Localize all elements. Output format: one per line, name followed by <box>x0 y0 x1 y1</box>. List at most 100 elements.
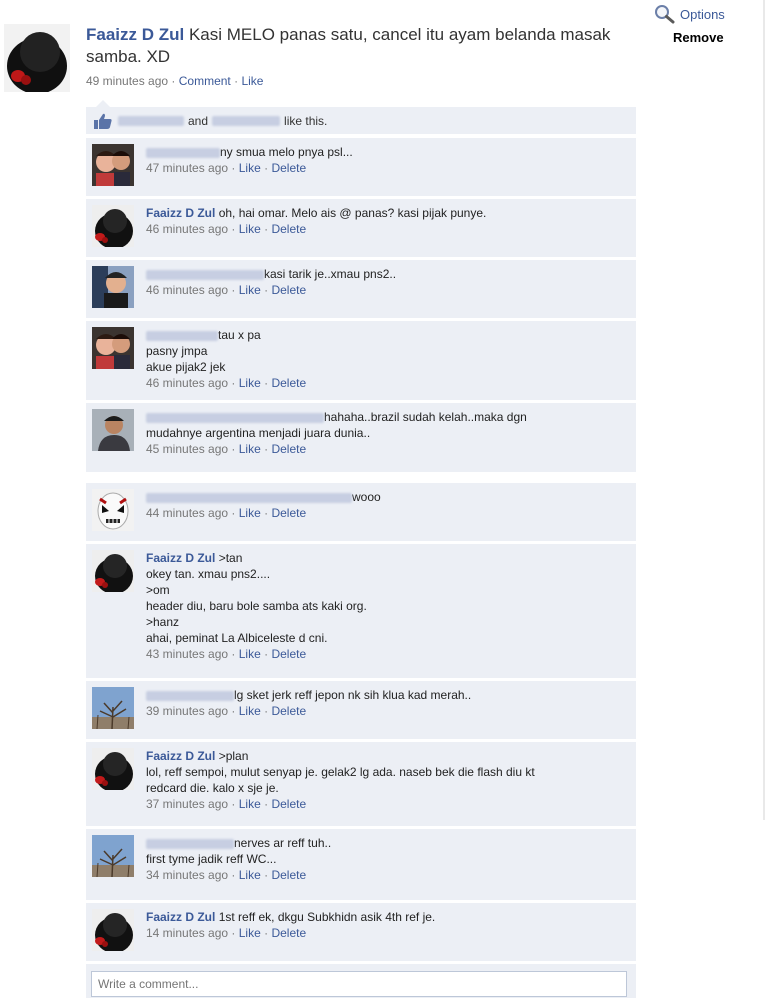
comment-item: Faaizz D Zul 1st reff ek, dkgu Subkhidn … <box>86 903 636 961</box>
comment-delete-link[interactable]: Delete <box>271 283 306 297</box>
separator: · <box>231 376 236 390</box>
comment-delete-link[interactable]: Delete <box>271 222 306 236</box>
comment-delete-link[interactable]: Delete <box>271 506 306 520</box>
comment-delete-link[interactable]: Delete <box>271 868 306 882</box>
comment-timestamp: 43 minutes ago <box>146 647 229 661</box>
comment-timestamp: 46 minutes ago <box>146 283 229 297</box>
blurred-commenter-name[interactable] <box>146 412 324 423</box>
comment-meta: 34 minutes ago · Like · Delete <box>146 867 628 883</box>
comment-like-link[interactable]: Like <box>239 926 261 940</box>
commenter-name[interactable]: Faaizz D Zul <box>146 206 215 220</box>
commenter-avatar[interactable] <box>92 327 134 369</box>
post-author-name[interactable]: Faaizz D Zul <box>86 25 184 44</box>
separator: · <box>264 161 269 175</box>
comment-like-link[interactable]: Like <box>239 647 261 661</box>
comment-text-line: Faaizz D Zul >tan okey tan. xmau pns2...… <box>146 550 628 646</box>
comment-body: nerves ar reff tuh.. first tyme jadik re… <box>146 835 628 883</box>
comment-meta: 47 minutes ago · Like · Delete <box>146 160 628 176</box>
comment-meta: 46 minutes ago · Like · Delete <box>146 221 628 237</box>
commenter-name[interactable]: Faaizz D Zul <box>146 910 215 924</box>
comment-text: wooo <box>352 490 381 504</box>
comment-text-line: lg sket jerk reff jepon nk sih klua kad … <box>146 687 628 703</box>
blurred-liker-name[interactable] <box>118 115 184 126</box>
comment-timestamp: 37 minutes ago <box>146 797 229 811</box>
commenter-avatar[interactable] <box>92 909 134 951</box>
comment-delete-link[interactable]: Delete <box>271 442 306 456</box>
comment-meta: 46 minutes ago · Like · Delete <box>146 375 628 391</box>
comment-body: ny smua melo pnya psl... 47 minutes ago ·… <box>146 144 628 176</box>
comment-like-link[interactable]: Like <box>239 283 261 297</box>
comment-text-line: ny smua melo pnya psl... <box>146 144 628 160</box>
page-divider <box>763 0 765 820</box>
comment-body: tau x pa pasny jmpa akue pijak2 jek 46 mi… <box>146 327 628 391</box>
separator: · <box>231 442 236 456</box>
blurred-commenter-name[interactable] <box>146 147 220 158</box>
separator: · <box>231 647 236 661</box>
comment-text-line: tau x pa pasny jmpa akue pijak2 jek <box>146 327 628 375</box>
comment-body: Faaizz D Zul >tan okey tan. xmau pns2...… <box>146 550 628 662</box>
comment-meta: 37 minutes ago · Like · Delete <box>146 796 628 812</box>
thumbs-up-icon <box>94 113 112 129</box>
remove-button[interactable]: Remove <box>673 30 724 45</box>
comment-meta: 39 minutes ago · Like · Delete <box>146 703 628 719</box>
separator: · <box>234 74 239 88</box>
likes-summary: and like this. <box>86 107 636 134</box>
comment-item: Faaizz D Zul oh, hai omar. Melo ais @ pa… <box>86 199 636 257</box>
blurred-commenter-name[interactable] <box>146 492 352 503</box>
separator: · <box>231 868 236 882</box>
comment-text-line: kasi tarik je..xmau pns2.. <box>146 266 628 282</box>
commenter-avatar[interactable] <box>92 144 134 186</box>
likes-and: and <box>188 113 209 128</box>
blurred-commenter-name[interactable] <box>146 330 218 341</box>
blurred-commenter-name[interactable] <box>146 690 234 701</box>
comment-text-line: nerves ar reff tuh.. first tyme jadik re… <box>146 835 628 867</box>
comment-like-link[interactable]: Like <box>239 222 261 236</box>
commenter-avatar[interactable] <box>92 835 134 877</box>
separator: · <box>264 376 269 390</box>
comment-like-link[interactable]: Like <box>239 868 261 882</box>
separator: · <box>264 506 269 520</box>
commenter-avatar[interactable] <box>92 687 134 729</box>
blurred-liker-name[interactable] <box>212 115 281 126</box>
comment-timestamp: 46 minutes ago <box>146 222 229 236</box>
comment-like-link[interactable]: Like <box>239 797 261 811</box>
commenter-avatar[interactable] <box>92 205 134 247</box>
comment-text: lg sket jerk reff jepon nk sih klua kad … <box>234 688 472 702</box>
comment-body: kasi tarik je..xmau pns2.. 46 minutes ago… <box>146 266 628 298</box>
comment-item: tau x pa pasny jmpa akue pijak2 jek 46 mi… <box>86 321 636 400</box>
comment-timestamp: 39 minutes ago <box>146 704 229 718</box>
commenter-avatar[interactable] <box>92 266 134 308</box>
separator: · <box>231 506 236 520</box>
post-message: Faaizz D Zul Kasi MELO panas satu, cance… <box>86 24 626 68</box>
comment-delete-link[interactable]: Delete <box>271 161 306 175</box>
commenter-avatar[interactable] <box>92 550 134 592</box>
options-link[interactable]: Options <box>654 4 725 24</box>
separator: · <box>264 222 269 236</box>
like-link[interactable]: Like <box>241 74 263 88</box>
comment-body: hahaha..brazil sudah kelah..maka dgn mud… <box>146 409 628 457</box>
blurred-commenter-name[interactable] <box>146 269 264 280</box>
comment-like-link[interactable]: Like <box>239 161 261 175</box>
comment-delete-link[interactable]: Delete <box>271 704 306 718</box>
commenter-avatar[interactable] <box>92 489 134 531</box>
commenter-avatar[interactable] <box>92 409 134 451</box>
comment-delete-link[interactable]: Delete <box>271 926 306 940</box>
comment-link[interactable]: Comment <box>179 74 231 88</box>
comment-timestamp: 47 minutes ago <box>146 161 229 175</box>
commenter-name[interactable]: Faaizz D Zul <box>146 749 215 763</box>
separator: · <box>264 647 269 661</box>
commenter-avatar[interactable] <box>92 748 134 790</box>
blurred-commenter-name[interactable] <box>146 838 234 849</box>
commenter-name[interactable]: Faaizz D Zul <box>146 551 215 565</box>
comment-delete-link[interactable]: Delete <box>271 376 306 390</box>
comment-delete-link[interactable]: Delete <box>271 647 306 661</box>
post-author-avatar[interactable] <box>4 24 70 92</box>
comment-like-link[interactable]: Like <box>239 376 261 390</box>
comment-like-link[interactable]: Like <box>239 506 261 520</box>
comment-item: wooo 44 minutes ago · Like · Delete <box>86 483 636 541</box>
comment-input[interactable] <box>91 971 627 997</box>
separator: · <box>264 797 269 811</box>
comment-delete-link[interactable]: Delete <box>271 797 306 811</box>
comment-like-link[interactable]: Like <box>239 704 261 718</box>
comment-like-link[interactable]: Like <box>239 442 261 456</box>
